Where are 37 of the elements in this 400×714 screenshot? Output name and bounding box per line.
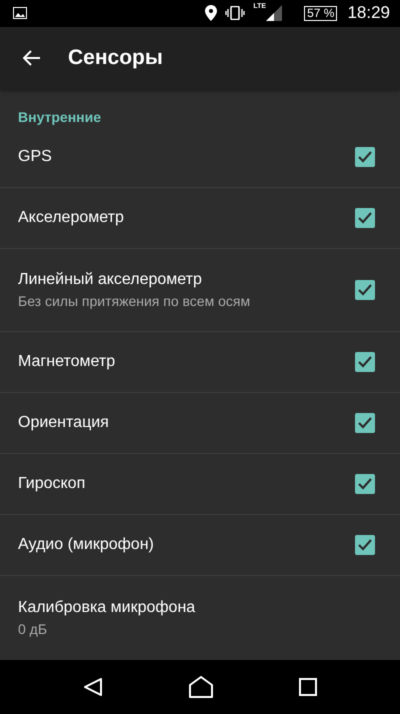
setting-summary: 0 дБ	[18, 621, 48, 638]
section-header: Внутренние	[17, 108, 102, 128]
clock: 18:29	[347, 3, 390, 24]
checkbox[interactable]	[355, 280, 375, 300]
setting-summary: Без силы притяжения по всем осям	[18, 293, 252, 310]
setting-title: Калибровка микрофона	[18, 599, 196, 618]
setting-title: Аудио (микрофон)	[18, 536, 155, 554]
checkbox[interactable]	[355, 352, 375, 372]
checkbox[interactable]	[355, 535, 375, 556]
settings-row[interactable]: Калибровка микрофона 0 дБ	[0, 576, 400, 660]
settings-row[interactable]: Акселерометр	[0, 188, 400, 248]
image-notification-icon	[13, 7, 27, 20]
checkbox[interactable]	[355, 147, 375, 168]
settings-row[interactable]: GPS	[0, 127, 400, 188]
home-icon[interactable]	[189, 676, 213, 698]
checkbox[interactable]	[355, 208, 375, 228]
recents-icon[interactable]	[299, 678, 317, 696]
vibrate-icon	[225, 6, 246, 20]
battery-indicator: 57 %	[304, 6, 338, 21]
settings-row[interactable]: Магнетометр	[0, 332, 400, 392]
screen-title: Сенсоры	[68, 46, 163, 70]
setting-title: Гироскоп	[18, 475, 86, 494]
location-icon	[205, 5, 218, 22]
setting-title: GPS	[18, 148, 53, 166]
back-arrow-icon[interactable]	[23, 50, 41, 66]
setting-title: Акселерометр	[18, 209, 125, 228]
settings-row[interactable]: Ориентация	[0, 393, 400, 454]
setting-title: Линейный акселерометр	[18, 271, 203, 290]
back-icon[interactable]	[83, 677, 103, 698]
settings-row[interactable]: Линейный акселерометр Без силы притяжения по всем осям	[0, 249, 400, 332]
signal-icon	[266, 5, 282, 22]
checkbox[interactable]	[355, 413, 375, 434]
checkbox[interactable]	[355, 474, 375, 494]
settings-row[interactable]: Гироскоп	[0, 454, 400, 514]
settings-row[interactable]: Аудио (микрофон)	[0, 515, 400, 576]
setting-title: Магнетометр	[18, 353, 116, 372]
setting-title: Ориентация	[18, 414, 110, 432]
